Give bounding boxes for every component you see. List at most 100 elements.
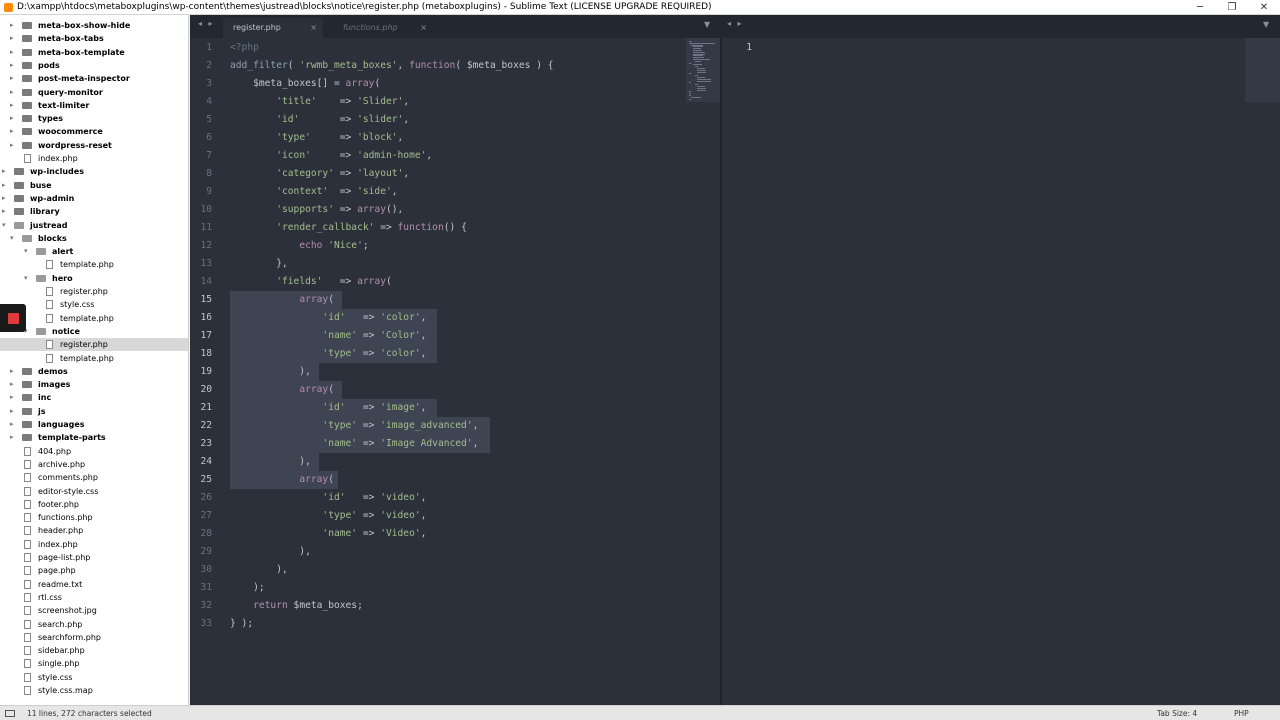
code-line[interactable]: 'id' => 'color',	[230, 309, 426, 327]
chevron-right-icon[interactable]: ▸	[2, 192, 6, 205]
tree-folder[interactable]: ▸ query-monitor	[0, 86, 188, 99]
chevron-right-icon[interactable]: ▸	[10, 418, 14, 431]
tab-close-icon[interactable]: ×	[310, 18, 317, 38]
tree-folder[interactable]: ▸ languages	[0, 418, 188, 431]
chevron-right-icon[interactable]: ▸	[2, 165, 6, 178]
minimap[interactable]	[686, 38, 720, 102]
code-line[interactable]: 'render_callback' => function() {	[230, 219, 467, 237]
code-line[interactable]: 'type' => 'image_advanced',	[230, 417, 478, 435]
tree-folder[interactable]: ▸ demos	[0, 365, 188, 378]
code-line[interactable]: 'supports' => array(),	[230, 201, 403, 219]
tree-folder[interactable]: ▾ alert	[0, 245, 188, 258]
tree-file[interactable]: style.css	[0, 298, 188, 311]
tree-file[interactable]: comments.php	[0, 471, 188, 484]
tree-folder[interactable]: ▸ template-parts	[0, 431, 188, 444]
tree-file[interactable]: sidebar.php	[0, 644, 188, 657]
tree-folder[interactable]: ▸ text-limiter	[0, 99, 188, 112]
chevron-right-icon[interactable]: ▸	[10, 378, 14, 391]
tree-file[interactable]: 404.php	[0, 445, 188, 458]
tab-functions-php[interactable]: functions.php ×	[333, 18, 433, 38]
close-button[interactable]: ✕	[1248, 2, 1280, 13]
tree-file[interactable]: template.php	[0, 258, 188, 271]
chevron-right-icon[interactable]: ▸	[10, 112, 14, 125]
code-line[interactable]: 'fields' => array(	[230, 273, 392, 291]
tree-folder[interactable]: ▸ inc	[0, 391, 188, 404]
code-line[interactable]: array(	[230, 291, 334, 309]
code-line[interactable]: $meta_boxes[] = array(	[230, 75, 380, 93]
chevron-right-icon[interactable]: ▸	[10, 59, 14, 72]
sidebar-file-tree[interactable]: ▸ meta-box-show-hide ▸ meta-box-tabs ▸ meta-b…	[0, 15, 189, 705]
tree-file[interactable]: screenshot.jpg	[0, 604, 188, 617]
tree-folder[interactable]: ▾ hero	[0, 272, 188, 285]
tree-file[interactable]: search.php	[0, 618, 188, 631]
code-line[interactable]: 'type' => 'block',	[230, 129, 403, 147]
tab-dropdown-icon[interactable]: ▼	[704, 20, 710, 29]
code-line[interactable]: 'icon' => 'admin-home',	[230, 147, 432, 165]
tree-file[interactable]: searchform.php	[0, 631, 188, 644]
code-line[interactable]: return $meta_boxes;	[230, 597, 363, 615]
tree-file[interactable]: editor-style.css	[0, 485, 188, 498]
tree-file[interactable]: template.php	[0, 312, 188, 325]
code-line[interactable]: 'name' => 'Color',	[230, 327, 426, 345]
tree-file[interactable]: single.php	[0, 657, 188, 670]
tree-folder[interactable]: ▸ images	[0, 378, 188, 391]
syntax-indicator[interactable]: PHP	[1234, 709, 1249, 718]
tree-folder[interactable]: ▸ buse	[0, 179, 188, 192]
chevron-right-icon[interactable]: ▸	[10, 46, 14, 59]
tree-folder[interactable]: ▸ library	[0, 205, 188, 218]
tree-file[interactable]: page-list.php	[0, 551, 188, 564]
tree-folder[interactable]: ▸ types	[0, 112, 188, 125]
tree-file[interactable]: functions.php	[0, 511, 188, 524]
tree-folder[interactable]: ▸ js	[0, 405, 188, 418]
console-toggle-icon[interactable]	[5, 710, 15, 717]
tab-register-php[interactable]: register.php ×	[223, 18, 323, 38]
chevron-right-icon[interactable]: ▸	[10, 32, 14, 45]
tree-folder[interactable]: ▸ meta-box-tabs	[0, 32, 188, 45]
tree-file[interactable]: rtl.css	[0, 591, 188, 604]
tree-file[interactable]: header.php	[0, 524, 188, 537]
minimize-button[interactable]: ─	[1184, 2, 1216, 13]
tree-folder[interactable]: ▸ wp-includes	[0, 165, 188, 178]
chevron-right-icon[interactable]: ▸	[10, 125, 14, 138]
chevron-right-icon[interactable]: ▸	[10, 365, 14, 378]
code-line[interactable]: ),	[230, 561, 288, 579]
chevron-right-icon[interactable]: ▸	[10, 99, 14, 112]
code-line[interactable]: 'id' => 'slider',	[230, 111, 409, 129]
chevron-right-icon[interactable]: ▸	[10, 139, 14, 152]
code-line[interactable]: 'category' => 'layout',	[230, 165, 409, 183]
tree-file[interactable]: readme.txt	[0, 578, 188, 591]
code-line[interactable]: <?php	[230, 39, 259, 57]
tree-folder[interactable]: ▾ notice	[0, 325, 188, 338]
code-line[interactable]: array(	[230, 381, 334, 399]
chevron-right-icon[interactable]: ▸	[10, 19, 14, 32]
code-line[interactable]: 'context' => 'side',	[230, 183, 397, 201]
tree-file[interactable]: index.php	[0, 538, 188, 551]
chevron-down-icon[interactable]: ▾	[10, 232, 14, 245]
code-view[interactable]: <?php add_filter( 'rwmb_meta_boxes', func…	[230, 38, 690, 705]
tree-folder[interactable]: ▸ meta-box-template	[0, 46, 188, 59]
code-line[interactable]: 'type' => 'color',	[230, 345, 426, 363]
code-line[interactable]: 'id' => 'image',	[230, 399, 426, 417]
tab-close-icon[interactable]: ×	[420, 18, 427, 38]
code-line[interactable]: echo 'Nice';	[230, 237, 368, 255]
code-line[interactable]: ),	[230, 453, 311, 471]
tree-folder[interactable]: ▾ blocks	[0, 232, 188, 245]
code-line[interactable]: 'title' => 'Slider',	[230, 93, 409, 111]
tree-file[interactable]: page.php	[0, 564, 188, 577]
tree-file[interactable]: footer.php	[0, 498, 188, 511]
tree-folder[interactable]: ▸ wp-admin	[0, 192, 188, 205]
chevron-right-icon[interactable]: ▸	[10, 86, 14, 99]
tree-folder[interactable]: ▸ woocommerce	[0, 125, 188, 138]
maximize-button[interactable]: ❐	[1216, 2, 1248, 13]
tab-nav-arrows[interactable]: ◂ ▸	[198, 19, 215, 28]
tree-file[interactable]: style.css.map	[0, 684, 188, 697]
code-line[interactable]: );	[230, 579, 265, 597]
tab-nav-arrows[interactable]: ◂ ▸	[727, 19, 744, 28]
chevron-down-icon[interactable]: ▾	[2, 219, 6, 232]
code-line[interactable]: 'type' => 'video',	[230, 507, 426, 525]
tree-file[interactable]: style.css	[0, 671, 188, 684]
chevron-down-icon[interactable]: ▾	[24, 272, 28, 285]
code-line[interactable]: ),	[230, 543, 311, 561]
tree-folder[interactable]: ▸ wordpress-reset	[0, 139, 188, 152]
code-line[interactable]: array(	[230, 471, 334, 489]
